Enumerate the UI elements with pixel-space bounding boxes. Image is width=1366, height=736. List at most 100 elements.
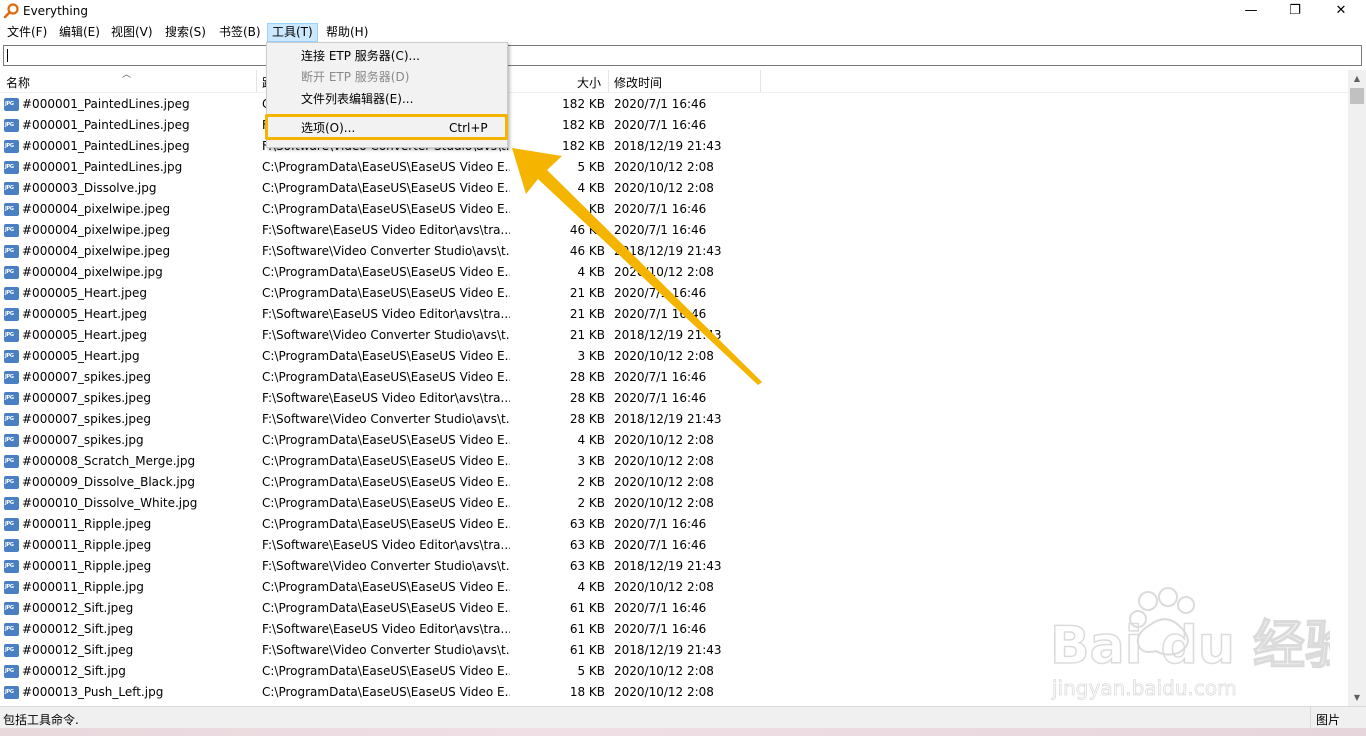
search-input[interactable] [3, 45, 1362, 66]
column-size[interactable]: 大小 [577, 74, 601, 91]
scroll-down-icon[interactable]: ▼ [1348, 689, 1366, 706]
row-size: 4 KB [577, 181, 605, 195]
table-row[interactable]: #000007_spikes.jpg C:\ProgramData\EaseUS\… [0, 430, 1348, 451]
table-row[interactable]: #000001_PaintedLines.jpg C:\ProgramData\E… [0, 157, 1348, 178]
menu-item-connect-etp[interactable]: 连接 ETP 服务器(C)... [301, 46, 420, 66]
row-size: 63 KB [569, 559, 605, 573]
menu-file[interactable]: 文件(F) [3, 24, 51, 41]
table-row[interactable]: #000005_Heart.jpeg F:\Software\Video Conv… [0, 325, 1348, 346]
jpg-file-icon [4, 140, 19, 153]
table-row[interactable]: #000004_pixelwipe.jpg C:\ProgramData\Ease… [0, 262, 1348, 283]
row-name: #000012_Sift.jpeg [22, 601, 134, 615]
table-row[interactable]: #000005_Heart.jpg C:\ProgramData\EaseUS\E… [0, 346, 1348, 367]
table-row[interactable]: #000001_PaintedLines.jpegF:\Software\Vid… [0, 136, 1348, 157]
table-row[interactable]: #000010_Dissolve_White.jpg C:\ProgramData… [0, 493, 1348, 514]
row-name: #000001_PaintedLines.jpeg [22, 97, 190, 111]
row-path: F:\Software\EaseUS Video Editor\avs\tra.… [262, 391, 510, 405]
table-row[interactable]: #000007_spikes.jpeg C:\ProgramData\EaseUS… [0, 367, 1348, 388]
row-date: 2020/7/1 16:46 [614, 286, 707, 300]
menu-help[interactable]: 帮助(H) [322, 24, 372, 41]
table-row[interactable]: #000004_pixelwipe.jpeg C:\ProgramData\Eas… [0, 199, 1348, 220]
minimize-button[interactable]: — [1228, 0, 1274, 22]
table-row[interactable]: #000011_Ripple.jpeg F:\Software\Video Con… [0, 556, 1348, 577]
menu-view[interactable]: 视图(V) [107, 24, 157, 41]
scroll-up-icon[interactable]: ▲ [1348, 70, 1366, 87]
row-size: 3 KB [577, 454, 605, 468]
row-path: C:\ProgramData\EaseUS\EaseUS Video E... [262, 181, 510, 195]
row-name: #000012_Sift.jpg [22, 664, 126, 678]
column-divider[interactable] [760, 70, 761, 92]
table-row[interactable]: #000001_PaintedLines.jpegF182 KB2020/7/1… [0, 115, 1348, 136]
table-row[interactable]: #000011_Ripple.jpeg C:\ProgramData\EaseUS… [0, 514, 1348, 535]
row-size: KB [588, 202, 605, 216]
jpg-file-icon [4, 686, 19, 699]
row-name: #000011_Ripple.jpeg [22, 538, 152, 552]
close-button[interactable]: ✕ [1318, 0, 1364, 22]
column-divider[interactable] [256, 70, 257, 92]
row-name: #000005_Heart.jpeg [22, 328, 148, 342]
jpg-file-icon [4, 182, 19, 195]
jpg-file-icon [4, 392, 19, 405]
watermark-brand-text: Bai du 经验 [1050, 616, 1330, 676]
row-name: #000004_pixelwipe.jpeg [22, 244, 171, 258]
status-bar: 包括工具命令. 图片 [0, 706, 1366, 729]
window-title: Everything [23, 4, 88, 18]
options-highlight-box [265, 114, 508, 140]
table-row[interactable]: #000007_spikes.jpeg F:\Software\Video Con… [0, 409, 1348, 430]
maximize-button[interactable]: ❐ [1272, 0, 1318, 22]
jpg-file-icon [4, 161, 19, 174]
menu-item-file-list-editor[interactable]: 文件列表编辑器(E)... [301, 89, 413, 109]
table-row[interactable]: #000003_Dissolve.jpg C:\ProgramData\EaseU… [0, 178, 1348, 199]
row-size: 28 KB [569, 391, 605, 405]
row-path: F:\Software\Video Converter Studio\avs\t… [262, 244, 510, 258]
row-name: #000001_PaintedLines.jpeg [22, 139, 190, 153]
row-date: 2020/7/1 16:46 [614, 223, 707, 237]
table-row[interactable]: #000005_Heart.jpeg F:\Software\EaseUS Vid… [0, 304, 1348, 325]
row-path: F:\Software\Video Converter Studio\avs\t… [262, 559, 510, 573]
scroll-thumb[interactable] [1350, 88, 1364, 104]
jpg-file-icon [4, 560, 19, 573]
row-date: 2020/10/12 2:08 [614, 496, 714, 510]
status-filter-panel[interactable]: 图片 [1310, 707, 1366, 729]
row-size: 21 KB [569, 328, 605, 342]
column-date-modified[interactable]: 修改时间 [614, 74, 662, 91]
table-row[interactable]: #000007_spikes.jpeg F:\Software\EaseUS Vi… [0, 388, 1348, 409]
row-date: 2018/12/19 21:43 [614, 412, 722, 426]
table-row[interactable]: #000009_Dissolve_Black.jpg C:\ProgramData… [0, 472, 1348, 493]
row-size: 3 KB [577, 349, 605, 363]
table-row[interactable]: #000004_pixelwipe.jpeg F:\Software\EaseUS… [0, 220, 1348, 241]
table-row[interactable]: #000004_pixelwipe.jpeg F:\Software\Video … [0, 241, 1348, 262]
menu-bookmarks[interactable]: 书签(B) [215, 24, 265, 41]
row-size: 61 KB [569, 601, 605, 615]
row-name: #000012_Sift.jpeg [22, 622, 134, 636]
row-size: 4 KB [577, 580, 605, 594]
row-size: 46 KB [569, 223, 605, 237]
row-path: F:\Software\Video Converter Studio\avs\t… [262, 412, 510, 426]
row-size: 28 KB [569, 370, 605, 384]
column-divider[interactable] [608, 70, 609, 92]
jpg-file-icon [4, 665, 19, 678]
vertical-scrollbar[interactable]: ▲ ▼ [1348, 70, 1366, 706]
row-name: #000007_spikes.jpg [22, 433, 144, 447]
row-path: C:\ProgramData\EaseUS\EaseUS Video E... [262, 265, 510, 279]
menu-tools[interactable]: 工具(T) [267, 23, 318, 42]
row-path: C:\ProgramData\EaseUS\EaseUS Video E... [262, 202, 510, 216]
menu-edit[interactable]: 编辑(E) [55, 24, 104, 41]
column-name[interactable]: 名称 [6, 74, 30, 91]
row-path: C:\ProgramData\EaseUS\EaseUS Video E... [262, 475, 510, 489]
row-name: #000011_Ripple.jpeg [22, 517, 152, 531]
row-name: #000008_Scratch_Merge.jpg [22, 454, 196, 468]
table-row[interactable]: #000011_Ripple.jpeg F:\Software\EaseUS Vi… [0, 535, 1348, 556]
table-row[interactable]: #000008_Scratch_Merge.jpg C:\ProgramData\… [0, 451, 1348, 472]
row-date: 2020/7/1 16:46 [614, 538, 707, 552]
menu-search[interactable]: 搜索(S) [161, 24, 210, 41]
row-path: F:\Software\EaseUS Video Editor\avs\tra.… [262, 538, 510, 552]
table-row[interactable]: #000005_Heart.jpeg C:\ProgramData\EaseUS\… [0, 283, 1348, 304]
jpg-file-icon [4, 245, 19, 258]
column-header: 名称 ︿ 路 大小 修改时间 [0, 70, 1348, 93]
row-name: #000007_spikes.jpeg [22, 391, 151, 405]
row-name: #000013_Push_Left.jpg [22, 685, 164, 699]
table-row[interactable]: #000001_PaintedLines.jpegC182 KB2020/7/1… [0, 94, 1348, 115]
row-path: C:\ProgramData\EaseUS\EaseUS Video E... [262, 454, 510, 468]
row-date: 2020/10/12 2:08 [614, 664, 714, 678]
